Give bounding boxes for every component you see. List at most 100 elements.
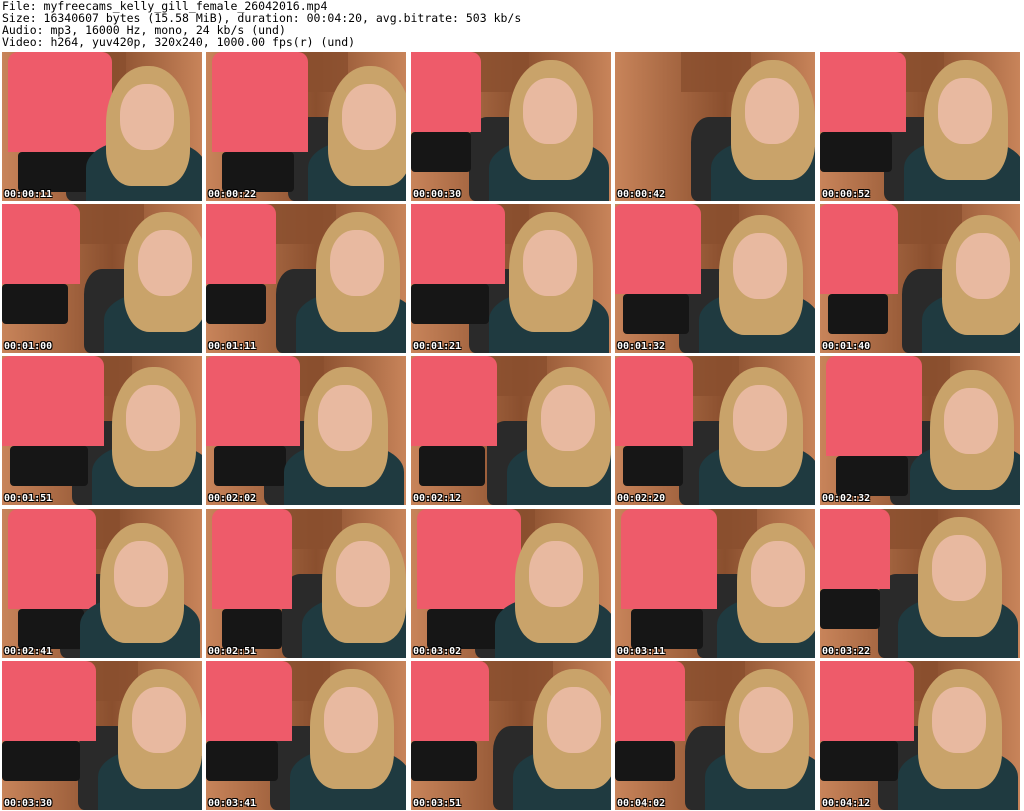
video-thumbnail: 00:03:22 [820,509,1020,658]
thumbnail-timestamp: 00:01:51 [4,493,53,504]
black-shorts [411,741,477,781]
face [938,78,992,144]
black-shorts [623,446,683,486]
pink-shirt-figure [411,356,497,446]
black-shorts [836,456,908,496]
black-shorts [820,132,892,172]
video-thumbnail: 00:03:02 [411,509,611,658]
face [733,385,787,451]
pink-shirt-figure [411,52,481,132]
pink-shirt-figure [820,661,914,741]
thumbnail-timestamp: 00:00:30 [413,189,462,200]
face [120,84,174,150]
pink-shirt-figure [2,204,80,284]
pink-shirt-figure [8,509,96,609]
thumbnail-timestamp: 00:02:41 [4,646,53,657]
video-thumbnail: 00:03:30 [2,661,202,810]
file-info-header: File: myfreecams_kelly_gill_female_26042… [2,0,1022,48]
black-shorts [615,741,675,781]
black-shorts [820,589,880,629]
thumbnail-timestamp: 00:01:11 [208,341,257,352]
face [529,541,583,607]
thumbnail-timestamp: 00:03:02 [413,646,462,657]
thumbnail-timestamp: 00:00:22 [208,189,257,200]
face [944,388,998,454]
face [956,233,1010,299]
thumbnail-timestamp: 00:04:02 [617,798,666,809]
thumbnail-timestamp: 00:01:00 [4,341,53,352]
face [126,385,180,451]
thumbnail-timestamp: 00:03:22 [822,646,871,657]
black-shorts [18,152,96,192]
video-thumbnail: 00:02:02 [206,356,406,505]
video-thumbnail: 00:01:51 [2,356,202,505]
video-thumbnail: 00:00:22 [206,52,406,201]
face [138,230,192,296]
black-shorts [214,446,286,486]
black-shorts [820,741,898,781]
black-shorts [2,284,68,324]
thumbnail-timestamp: 00:02:12 [413,493,462,504]
pink-shirt-figure [615,356,693,446]
pink-shirt-figure [820,204,898,294]
face [932,687,986,753]
black-shorts [222,609,282,649]
face [547,687,601,753]
video-thumbnail: 00:00:52 [820,52,1020,201]
video-thumbnail: 00:04:12 [820,661,1020,810]
video-thumbnail: 00:03:51 [411,661,611,810]
pink-shirt-figure [621,509,717,609]
thumbnail-timestamp: 00:02:51 [208,646,257,657]
black-shorts [222,152,294,192]
face [132,687,186,753]
video-thumbnail: 00:02:12 [411,356,611,505]
black-shorts [419,446,485,486]
black-shorts [18,609,84,649]
face [541,385,595,451]
video-thumbnail: 00:02:41 [2,509,202,658]
pink-shirt-figure [820,509,890,589]
video-thumbnail: 00:00:30 [411,52,611,201]
video-thumbnail: 00:02:20 [615,356,815,505]
pink-shirt-figure [8,52,112,152]
video-info-line: Video: h264, yuv420p, 320x240, 1000.00 f… [2,35,356,49]
pink-shirt-figure [615,204,701,294]
video-thumbnail: 00:01:21 [411,204,611,353]
thumbnail-timestamp: 00:02:02 [208,493,257,504]
video-thumbnail: 00:00:42 [615,52,815,201]
black-shorts [206,741,278,781]
face [336,541,390,607]
thumbnail-timestamp: 00:00:52 [822,189,871,200]
thumbnail-timestamp: 00:02:32 [822,493,871,504]
face [523,78,577,144]
video-thumbnail: 00:01:11 [206,204,406,353]
pink-shirt-figure [411,204,505,284]
video-thumbnail: 00:01:40 [820,204,1020,353]
thumbnail-grid: 00:00:11 00:00:22 00:00:30 00:00:42 00:00:52… [0,50,1024,811]
face [932,535,986,601]
black-shorts [427,609,505,649]
pink-shirt-figure [206,204,276,284]
face [523,230,577,296]
thumbnail-timestamp: 00:03:30 [4,798,53,809]
face [342,84,396,150]
video-thumbnail: 00:00:11 [2,52,202,201]
face [733,233,787,299]
thumbnail-timestamp: 00:03:51 [413,798,462,809]
face [739,687,793,753]
pink-shirt-figure [826,356,922,456]
black-shorts [206,284,266,324]
black-shorts [10,446,88,486]
black-shorts [411,284,489,324]
black-shorts [623,294,689,334]
thumbnail-timestamp: 00:03:41 [208,798,257,809]
face [318,385,372,451]
face [745,78,799,144]
video-thumbnail: 00:02:32 [820,356,1020,505]
thumbnail-timestamp: 00:02:20 [617,493,666,504]
pink-shirt-figure [212,509,292,609]
pink-shirt-figure [2,661,96,741]
face [114,541,168,607]
video-thumbnail: 00:03:11 [615,509,815,658]
black-shorts [2,741,80,781]
